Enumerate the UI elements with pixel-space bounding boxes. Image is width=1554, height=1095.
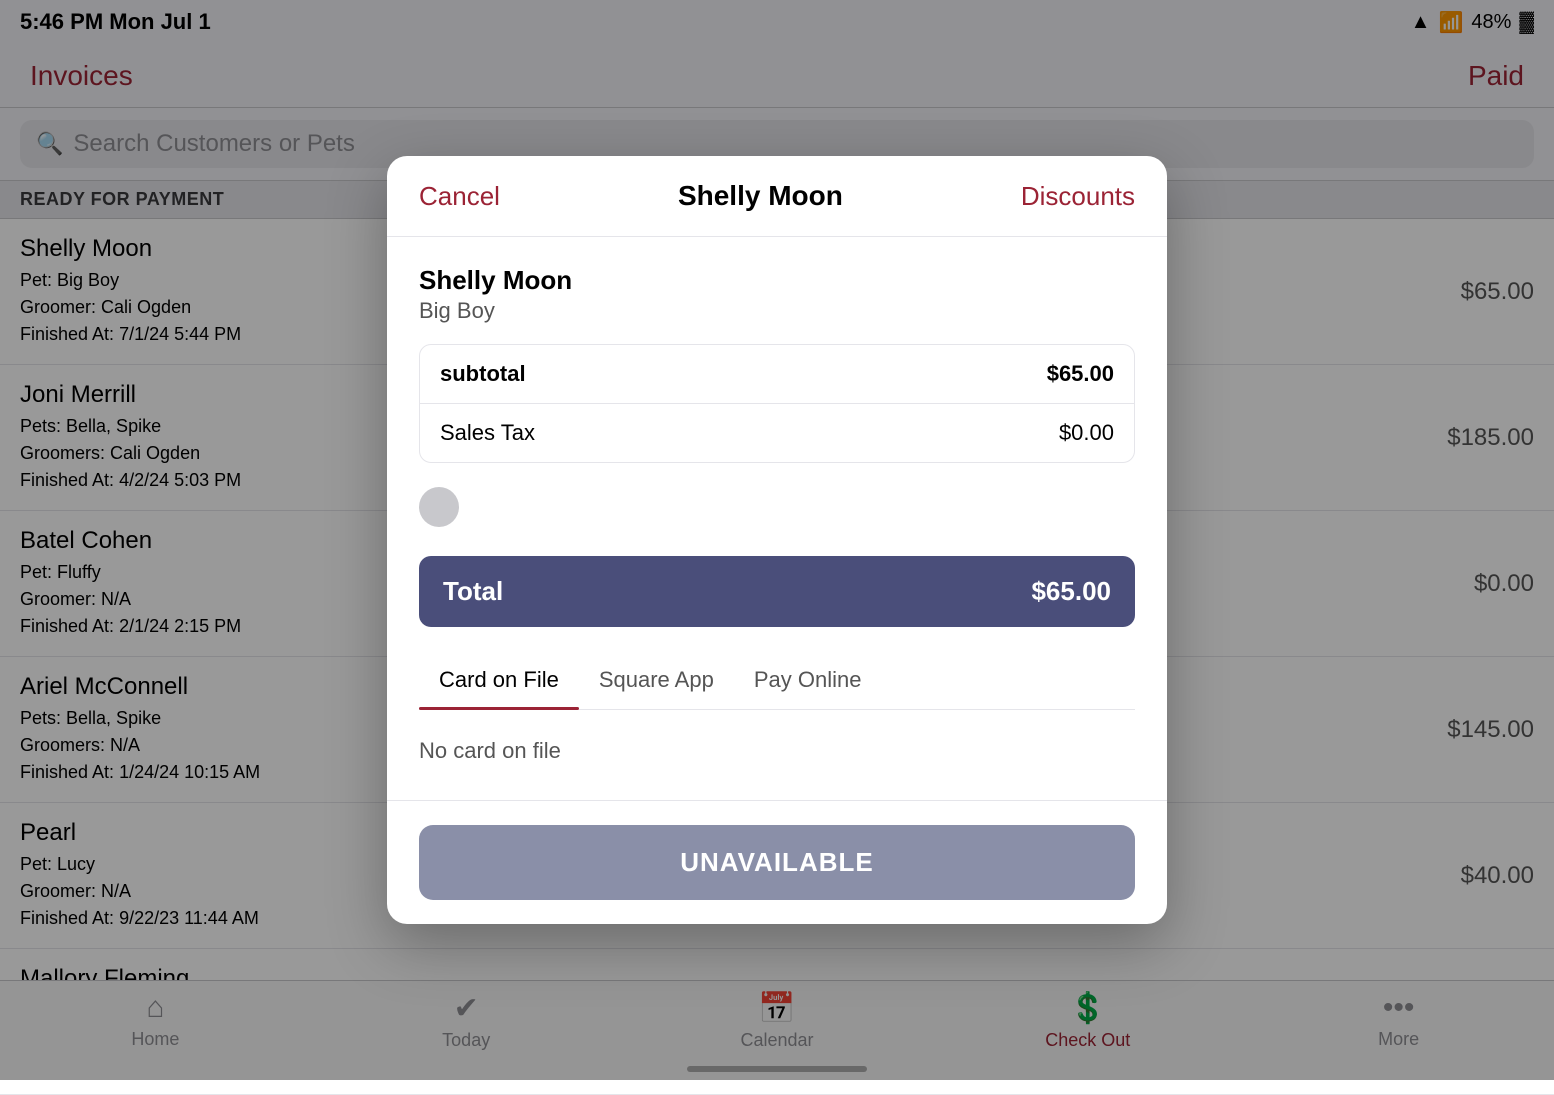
modal-header: Cancel Shelly Moon Discounts xyxy=(387,156,1167,237)
modal-title: Shelly Moon xyxy=(678,180,843,212)
unavailable-button[interactable]: UNAVAILABLE xyxy=(419,825,1135,900)
toggle-button[interactable] xyxy=(419,487,459,527)
summary-table: subtotal $65.00 Sales Tax $0.00 xyxy=(419,344,1135,463)
tab-pay-online[interactable]: Pay Online xyxy=(734,655,882,709)
tax-row: Sales Tax $0.00 xyxy=(420,404,1134,462)
total-label: Total xyxy=(443,576,503,607)
discounts-button[interactable]: Discounts xyxy=(1021,181,1135,212)
modal-footer: UNAVAILABLE xyxy=(387,800,1167,924)
total-value: $65.00 xyxy=(1031,576,1111,607)
invoice-pet-name: Big Boy xyxy=(419,298,1135,324)
total-bar: Total $65.00 xyxy=(419,556,1135,627)
modal-overlay[interactable]: Cancel Shelly Moon Discounts Shelly Moon… xyxy=(0,0,1554,1080)
invoice-customer-name: Shelly Moon xyxy=(419,265,1135,296)
subtotal-label: subtotal xyxy=(440,361,526,387)
tab-card-on-file[interactable]: Card on File xyxy=(419,655,579,709)
payment-tabs: Card on File Square App Pay Online xyxy=(419,655,1135,710)
tab-square-app[interactable]: Square App xyxy=(579,655,734,709)
subtotal-value: $65.00 xyxy=(1047,361,1114,387)
tax-value: $0.00 xyxy=(1059,420,1114,446)
modal: Cancel Shelly Moon Discounts Shelly Moon… xyxy=(387,156,1167,924)
no-card-text: No card on file xyxy=(419,730,1135,772)
modal-content: Shelly Moon Big Boy subtotal $65.00 Sale… xyxy=(387,237,1167,800)
cancel-button[interactable]: Cancel xyxy=(419,181,500,212)
toggle-area xyxy=(419,487,1135,532)
subtotal-row: subtotal $65.00 xyxy=(420,345,1134,404)
tax-label: Sales Tax xyxy=(440,420,535,446)
